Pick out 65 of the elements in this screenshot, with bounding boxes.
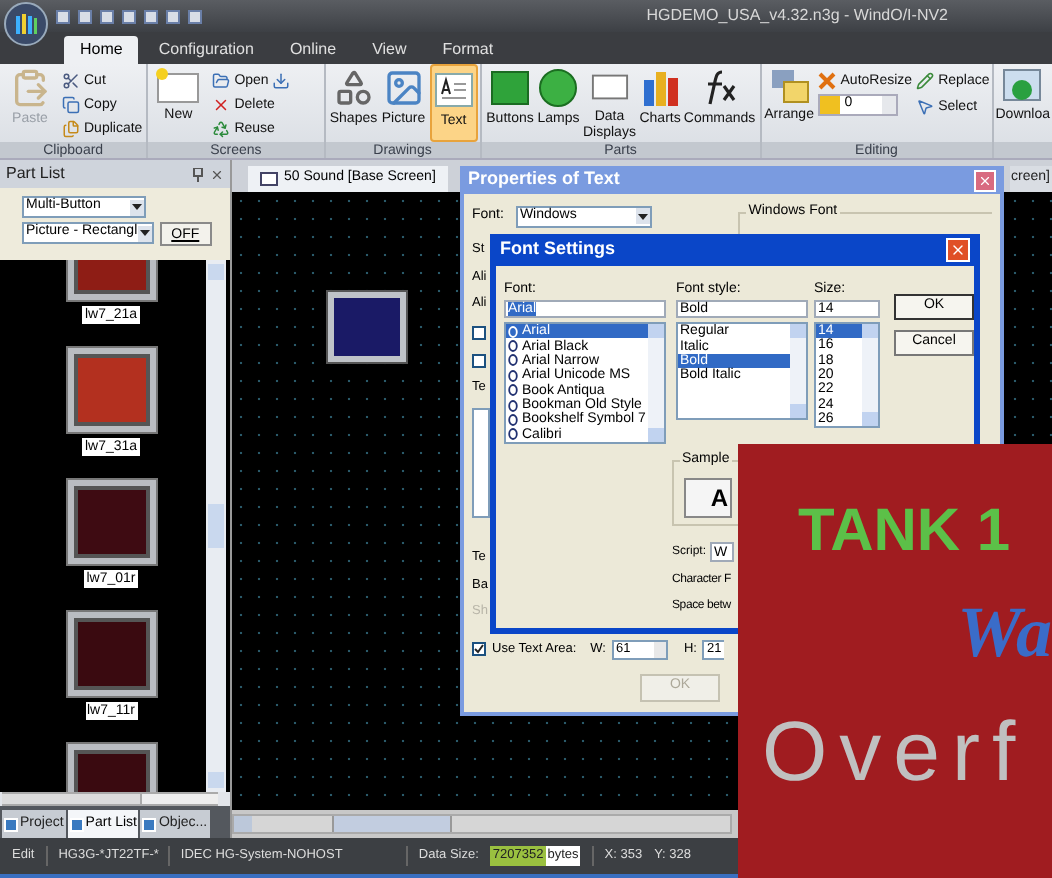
lamp-icon (538, 68, 579, 108)
download-screen-icon (272, 71, 291, 89)
tank-title: TANK 1 (798, 500, 1011, 564)
scroll-up-icon (648, 324, 664, 338)
scroll-up-icon (862, 324, 878, 338)
tank-subtitle: Wa (957, 596, 1052, 668)
dropdown-icon[interactable] (130, 199, 144, 215)
ribbon-tab[interactable]: Configuration (142, 36, 270, 64)
part-thumbnail[interactable] (67, 480, 155, 564)
scroll-down-icon (648, 428, 664, 442)
dropdown-icon[interactable] (137, 225, 152, 241)
scroll-down-icon (790, 404, 806, 418)
check-icon (474, 644, 484, 654)
text-icon (433, 70, 474, 110)
canvas-button[interactable] (328, 292, 406, 362)
close-icon (950, 242, 966, 258)
dialog-title: Properties of Text (468, 166, 620, 193)
window-title: HGDEMO_USA_v4.32.n3g - WindO/I-NV2 (646, 4, 948, 28)
tab-icon (142, 817, 157, 831)
close-button[interactable] (946, 238, 970, 262)
download-icon (1002, 68, 1043, 104)
bar-chart-icon (640, 68, 681, 108)
screen-icon (260, 172, 278, 186)
tab-icon (4, 817, 18, 831)
checkbox[interactable] (472, 642, 486, 656)
open-icon (212, 71, 231, 89)
close-icon (978, 173, 992, 187)
square-button-icon (490, 68, 530, 108)
ribbon-tab[interactable]: Format (426, 36, 510, 64)
part-thumbnail[interactable] (67, 612, 155, 696)
close-icon (210, 167, 224, 181)
horizontal-scrollbar[interactable] (2, 792, 218, 806)
replace-icon (916, 71, 935, 89)
arrange-icon (769, 68, 809, 104)
scroll-down-icon (862, 412, 878, 426)
picture-icon (383, 68, 424, 108)
checkbox[interactable] (472, 353, 486, 367)
horizontal-scrollbar[interactable] (232, 814, 732, 834)
ribbon-tab[interactable]: Home (64, 36, 139, 64)
scroll-up-icon (790, 324, 806, 338)
scrollbar[interactable] (206, 260, 226, 792)
close-button[interactable] (974, 169, 996, 191)
paste-icon (10, 68, 50, 108)
checkbox[interactable] (472, 325, 486, 339)
dropdown-icon[interactable] (636, 208, 651, 224)
panel-header: Part List (0, 160, 230, 188)
shapes-icon (333, 68, 374, 108)
delete-icon (212, 95, 231, 113)
part-thumbnail[interactable] (67, 348, 155, 432)
tank-caption: Overf (762, 708, 1028, 796)
duplicate-icon (62, 119, 80, 137)
ribbon-tab[interactable]: Online (273, 36, 353, 64)
app-logo-icon (14, 12, 38, 36)
pin-icon (192, 167, 204, 181)
sample-text: A (710, 486, 728, 510)
tab-icon (69, 817, 84, 831)
select-icon (916, 97, 935, 115)
text-area[interactable] (472, 408, 490, 518)
ribbon-tab[interactable]: View (356, 36, 423, 64)
resize-icon (818, 71, 837, 89)
copy-icon (62, 95, 80, 113)
reuse-icon (212, 119, 231, 137)
cut-icon (62, 71, 80, 89)
dialog-title: Font Settings (500, 236, 615, 263)
new-screen-icon (156, 68, 201, 104)
